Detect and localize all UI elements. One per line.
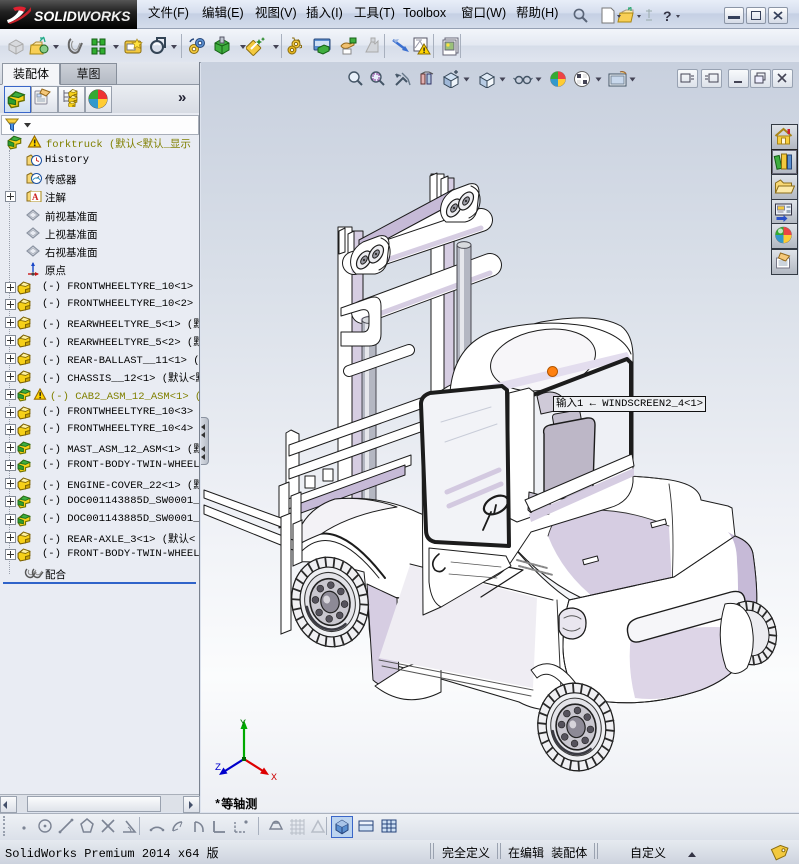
svg-text:?: ?	[663, 8, 672, 24]
svg-text:X: X	[271, 773, 277, 782]
svg-text:A: A	[32, 192, 39, 202]
svg-text:Y: Y	[240, 719, 246, 730]
svg-text:Z: Z	[215, 763, 221, 774]
